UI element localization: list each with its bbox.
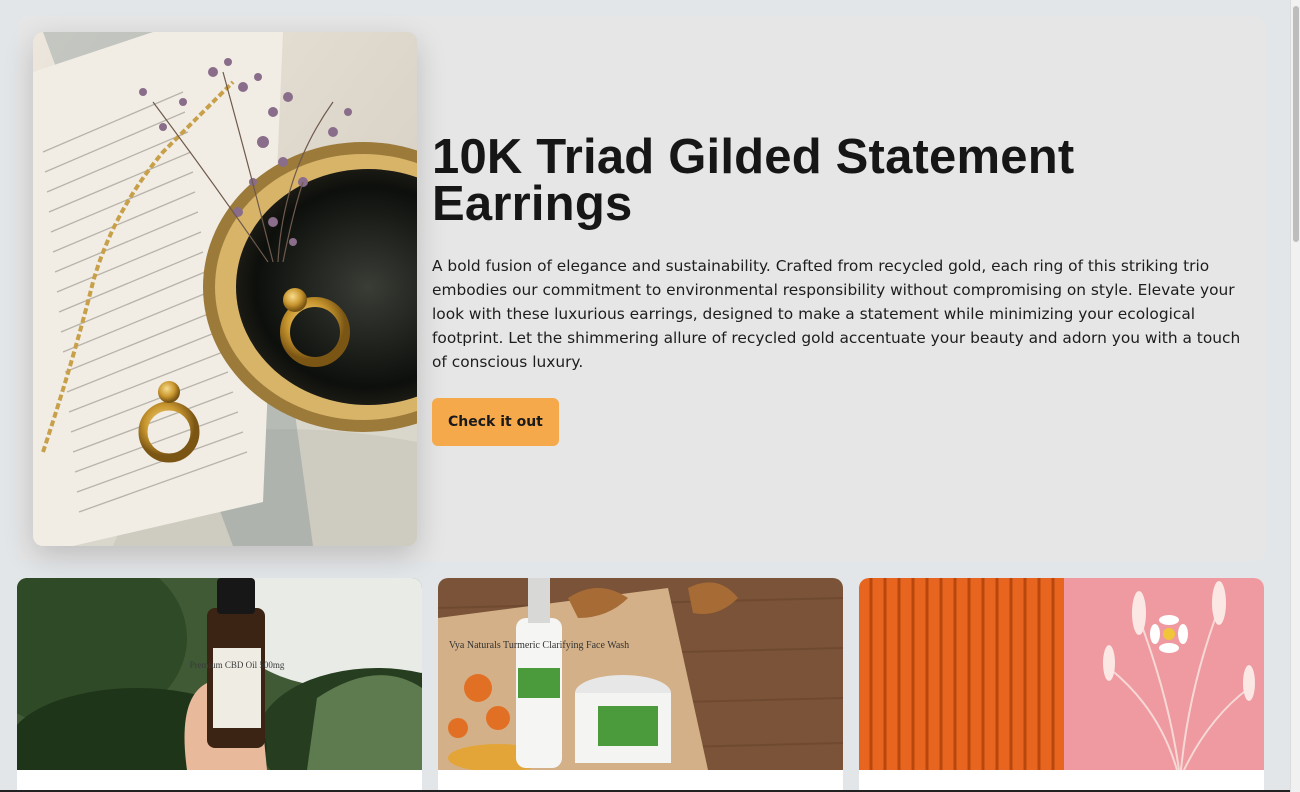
page: 10K Triad Gilded Statement Earrings A bo… [0,0,1300,792]
card-body [17,770,422,792]
product-title: 10K Triad Gilded Statement Earrings [432,130,1075,231]
hero-content: 10K Triad Gilded Statement Earrings A bo… [432,130,1252,446]
product-card-cbd-oil[interactable]: Premium CBD Oil 500mg [17,578,422,792]
earrings-photo-illustration [33,32,417,546]
page-scrollbar[interactable] [1290,0,1300,792]
product-card-turmeric[interactable]: Vya Naturals Turmeric Clarifying Face Wa… [438,578,843,792]
face-wash-label: Vya Naturals Turmeric Clarifying Face Wa… [449,640,629,651]
product-card-flowers[interactable]: Dried flower bouquet [859,578,1264,792]
card-body [438,770,843,792]
earrings-product-image[interactable] [33,32,417,546]
cbd-bottle-label: Premium CBD Oil 500mg [190,660,285,670]
dried-flowers-image[interactable]: Dried flower bouquet [859,578,1264,770]
flowers-photo-illustration: Dried flower bouquet [859,578,1264,770]
product-description: A bold fusion of elegance and sustainabi… [432,257,1241,371]
cbd-oil-product-image[interactable]: Premium CBD Oil 500mg [17,578,422,770]
check-it-out-button[interactable]: Check it out [432,398,559,446]
turmeric-photo-illustration: Vya Naturals Turmeric Clarifying Face Wa… [438,578,843,770]
cbd-oil-photo-illustration: Premium CBD Oil 500mg [17,578,422,770]
card-body [859,770,1264,792]
scrollbar-thumb[interactable] [1293,6,1299,242]
turmeric-product-image[interactable]: Vya Naturals Turmeric Clarifying Face Wa… [438,578,843,770]
featured-product-hero: 10K Triad Gilded Statement Earrings A bo… [17,16,1266,561]
